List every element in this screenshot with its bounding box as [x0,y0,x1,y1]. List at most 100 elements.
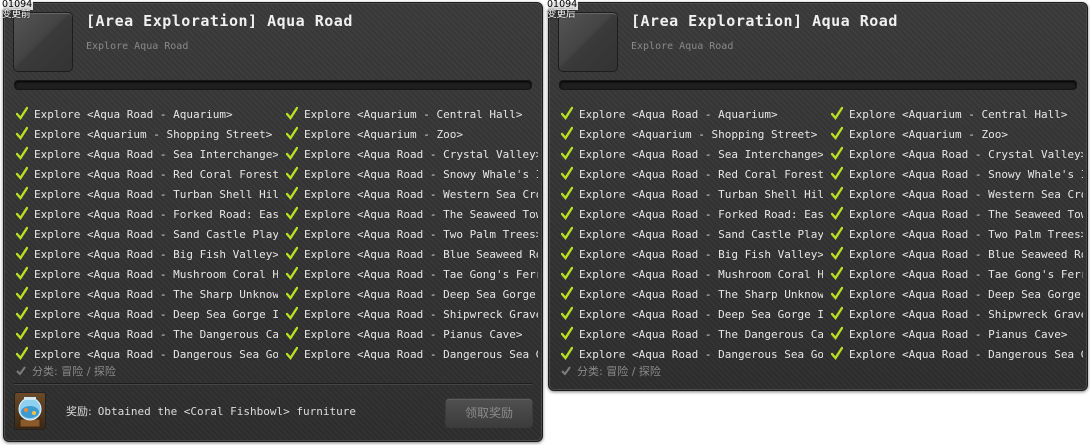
checkmark-icon [561,126,573,140]
objective-item: Explore <Aqua Road - Red Coral Forest> [561,165,823,185]
objective-text: Explore <Aqua Road - The Seaweed Tower> [304,208,538,221]
objective-item: Explore <Aqua Road - Turban Shell Hill> [561,185,823,205]
objective-text: Explore <Aqua Road - Crystal Valley> [304,148,538,161]
category-text: 分类: 冒险 / 探险 [32,365,116,378]
objective-item: Explore <Aqua Road - Shipwreck Grave> [286,305,538,325]
objective-text: Explore <Aqua Road - Blue Seaweed Road> [304,248,538,261]
checkmark-icon [286,326,298,340]
objective-item: Explore <Aqua Road - The Dangerous Ca.. [16,325,278,345]
objective-item: Explore <Aqua Road - Western Sea Cros.. [831,185,1083,205]
objective-text: Explore <Aqua Road - The Dangerous Ca.. [34,328,278,341]
checkmark-icon [286,246,298,260]
objective-item: Explore <Aqua Road - Blue Seaweed Road> [286,245,538,265]
checkmark-icon [561,346,573,360]
objective-text: Explore <Aqua Road - Dangerous Sea Go.. [849,348,1083,361]
objective-item: Explore <Aqua Road - Dangerous Sea Go.. [286,345,538,365]
objective-item: Explore <Aqua Road - Sand Castle Play.. [16,225,278,245]
objective-item: Explore <Aqua Road - Forked Road: Eas.. [561,205,823,225]
objective-item: Explore <Aqua Road - The Sharp Unknown> [561,285,823,305]
objective-text: Explore <Aqua Road - The Sharp Unknown> [579,288,823,301]
objective-item: Explore <Aqua Road - Pianus Cave> [831,325,1083,345]
checkmark-icon [831,206,843,220]
objective-item: Explore <Aqua Road - Snowy Whale's Is.. [286,165,538,185]
objective-text: Explore <Aqua Road - Deep Sea Gorge I> [304,288,538,301]
objective-item: Explore <Aqua Road - Mushroom Coral H.. [561,265,823,285]
checkmark-icon [286,266,298,280]
checkmark-icon [286,226,298,240]
checkmark-icon [831,106,843,120]
objective-text: Explore <Aqua Road - Pianus Cave> [849,328,1068,341]
objective-item: Explore <Aqua Road - Big Fish Valley> [16,245,278,265]
checkmark-icon [286,146,298,160]
objective-text: Explore <Aqua Road - Deep Sea Gorge II> [34,308,278,321]
objective-text: Explore <Aqua Road - Aquarium> [579,108,778,121]
checkmark-icon [561,306,573,320]
objective-item: Explore <Aqua Road - Two Palm Trees> [831,225,1083,245]
checkmark-icon [831,326,843,340]
objective-text: Explore <Aqua Road - Sea Interchange> [579,148,823,161]
claim-reward-button[interactable]: 领取奖励 [445,398,533,428]
achievement-subtitle: Explore Aqua Road [86,41,189,52]
checkmark-icon [831,306,843,320]
objective-text: Explore <Aqua Road - Turban Shell Hill> [34,188,278,201]
objective-item: Explore <Aqua Road - Two Palm Trees> [286,225,538,245]
checkmark-icon [286,346,298,360]
checkmark-icon [561,146,573,160]
objective-item: Explore <Aquarium - Shopping Street> [561,125,823,145]
achievement-icon-placeholder [13,12,73,72]
checkmark-icon [286,106,298,120]
objective-item: Explore <Aqua Road - Blue Seaweed Road> [831,245,1083,265]
objective-item: Explore <Aquarium - Zoo> [286,125,538,145]
objective-text: Explore <Aqua Road - Big Fish Valley> [579,248,823,261]
objective-item: Explore <Aqua Road - Big Fish Valley> [561,245,823,265]
objective-text: Explore <Aqua Road - Shipwreck Grave> [849,308,1083,321]
objective-text: Explore <Aqua Road - The Dangerous Ca.. [579,328,823,341]
achievement-panel-after: [Area Exploration] Aqua Road Explore Aqu… [548,2,1088,391]
objective-text: Explore <Aqua Road - Two Palm Trees> [849,228,1083,241]
objective-text: Explore <Aqua Road - Tae Gong's Ferry> [849,268,1083,281]
objective-item: Explore <Aqua Road - Deep Sea Gorge II> [561,305,823,325]
checkmark-icon [16,246,28,260]
checkmark-icon [16,106,28,120]
objective-item: Explore <Aquarium - Shopping Street> [16,125,278,145]
achievement-subtitle: Explore Aqua Road [631,41,734,52]
objective-item: Explore <Aquarium - Zoo> [831,125,1083,145]
objective-text: Explore <Aquarium - Central Hall> [849,108,1068,121]
objective-text: Explore <Aqua Road - Blue Seaweed Road> [849,248,1083,261]
objective-item: Explore <Aqua Road - Western Sea Cros.. [286,185,538,205]
objective-item: Explore <Aqua Road - The Seaweed Tower> [286,205,538,225]
objective-item: Explore <Aqua Road - Red Coral Forest> [16,165,278,185]
achievement-title: [Area Exploration] Aqua Road [86,12,353,30]
objective-text: Explore <Aqua Road - Two Palm Trees> [304,228,538,241]
objective-text: Explore <Aqua Road - Turban Shell Hill> [579,188,823,201]
objective-text: Explore <Aqua Road - Mushroom Coral H.. [34,268,278,281]
objective-text: Explore <Aqua Road - Red Coral Forest> [34,168,278,181]
achievement-panel-before: [Area Exploration] Aqua Road Explore Aqu… [3,2,543,442]
objective-text: Explore <Aqua Road - The Seaweed Tower> [849,208,1083,221]
objective-text: Explore <Aqua Road - Snowy Whale's Is.. [849,168,1083,181]
checkmark-icon [831,266,843,280]
objective-column-left: Explore <Aqua Road - Aquarium> Explore <A… [16,105,278,365]
objective-text: Explore <Aqua Road - The Sharp Unknown> [34,288,278,301]
checkmark-icon [286,286,298,300]
checkmark-icon [16,126,28,140]
objective-text: Explore <Aqua Road - Sand Castle Play.. [579,228,823,241]
checkmark-icon [16,226,28,240]
checkmark-icon [16,186,28,200]
objective-text: Explore <Aqua Road - Forked Road: Eas.. [579,208,823,221]
checkmark-icon [561,286,573,300]
objective-text: Explore <Aqua Road - Deep Sea Gorge II> [579,308,823,321]
category-text: 分类: 冒险 / 探险 [577,365,661,378]
objective-text: Explore <Aqua Road - Dangerous Sea Go.. [304,348,538,361]
checkmark-icon [16,206,28,220]
objective-text: Explore <Aqua Road - Shipwreck Grave> [304,308,538,321]
checkmark-icon [16,306,28,320]
checkmark-icon [831,286,843,300]
objective-item: Explore <Aqua Road - Crystal Valley> [286,145,538,165]
checkmark-icon [561,206,573,220]
checkmark-icon [16,266,28,280]
objective-column-left: Explore <Aqua Road - Aquarium> Explore <A… [561,105,823,365]
checkmark-icon [286,206,298,220]
checkmark-icon [16,346,28,360]
checkmark-icon [561,186,573,200]
